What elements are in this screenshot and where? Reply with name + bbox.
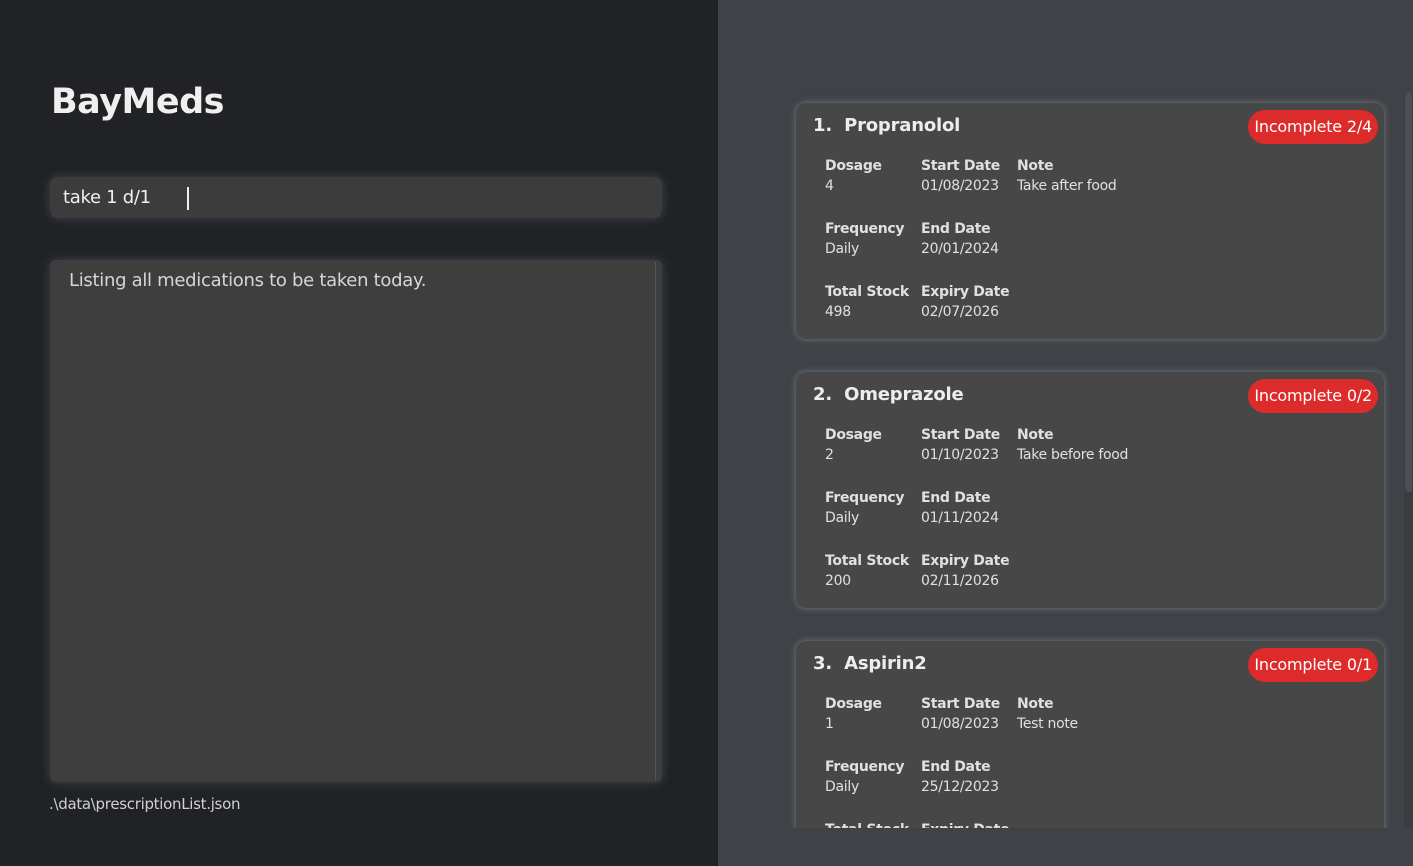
note-field: Note Test note (1017, 694, 1078, 734)
command-input[interactable] (50, 177, 662, 218)
note-field: Note Take after food (1017, 156, 1117, 196)
note-label: Note (1017, 696, 1054, 712)
dosage-value: 2 (825, 447, 834, 463)
note-value: Test note (1017, 716, 1078, 732)
text-caret (187, 187, 189, 210)
medication-card[interactable]: 2. Omeprazole Incomplete 0/2 Dosage 2 St… (796, 372, 1384, 608)
dosage-value: 1 (825, 716, 834, 732)
total-stock-value: 498 (825, 304, 851, 320)
end-date-field: End Date 20/01/2024 (921, 219, 999, 259)
start-date-label: Start Date (921, 158, 1000, 174)
frequency-value: Daily (825, 510, 859, 526)
total-stock-value: 200 (825, 573, 851, 589)
list-scrollbar-thumb[interactable] (1405, 92, 1412, 492)
command-box[interactable] (50, 177, 662, 218)
frequency-value: Daily (825, 779, 859, 795)
app-title: BayMeds (51, 82, 225, 122)
start-date-field: Start Date 01/10/2023 (921, 425, 1000, 465)
end-date-label: End Date (921, 221, 991, 237)
frequency-label: Frequency (825, 759, 905, 775)
dosage-field: Dosage 2 (825, 425, 882, 465)
note-value: Take after food (1017, 178, 1117, 194)
window-menu-remnant (55, 0, 135, 2)
frequency-field: Frequency Daily (825, 757, 905, 797)
medication-card[interactable]: 3. Aspirin2 Incomplete 0/1 Dosage 1 Star… (796, 641, 1384, 828)
note-label: Note (1017, 158, 1054, 174)
total-stock-field: Total Stock 200 (825, 551, 909, 591)
total-stock-label: Total Stock (825, 820, 909, 828)
expiry-date-value: 02/11/2026 (921, 573, 999, 589)
status-badge: Incomplete 2/4 (1248, 110, 1378, 144)
note-label: Note (1017, 427, 1054, 443)
status-badge: Incomplete 0/1 (1248, 648, 1378, 682)
dosage-label: Dosage (825, 696, 882, 712)
result-message: Listing all medications to be taken toda… (69, 270, 427, 291)
medication-title: 3. Aspirin2 (813, 653, 927, 674)
dosage-field: Dosage 1 (825, 694, 882, 734)
total-stock-label: Total Stock (825, 553, 909, 569)
expiry-date-label: Expiry Date (921, 284, 1010, 300)
start-date-label: Start Date (921, 696, 1000, 712)
start-date-value: 01/08/2023 (921, 178, 999, 194)
frequency-field: Frequency Daily (825, 488, 905, 528)
start-date-field: Start Date 01/08/2023 (921, 156, 1000, 196)
medication-title: 1. Propranolol (813, 115, 961, 136)
total-stock-field: Total Stock (825, 820, 909, 828)
expiry-date-label: Expiry Date (921, 820, 1010, 828)
result-scrollbar[interactable] (655, 262, 656, 780)
status-bar-file-path: .\data\prescriptionList.json (49, 795, 241, 813)
start-date-label: Start Date (921, 427, 1000, 443)
list-footer (718, 828, 1413, 866)
end-date-value: 25/12/2023 (921, 779, 999, 795)
note-value: Take before food (1017, 447, 1129, 463)
total-stock-label: Total Stock (825, 284, 909, 300)
note-field: Note Take before food (1017, 425, 1128, 465)
dosage-value: 4 (825, 178, 834, 194)
medication-card[interactable]: 1. Propranolol Incomplete 2/4 Dosage 4 S… (796, 103, 1384, 339)
dosage-label: Dosage (825, 427, 882, 443)
medication-list-panel: 1. Propranolol Incomplete 2/4 Dosage 4 S… (718, 0, 1413, 866)
end-date-value: 20/01/2024 (921, 241, 999, 257)
expiry-date-field: Expiry Date 02/11/2026 (921, 551, 1010, 591)
frequency-value: Daily (825, 241, 859, 257)
expiry-date-field: Expiry Date (921, 820, 1010, 828)
frequency-label: Frequency (825, 221, 905, 237)
expiry-date-field: Expiry Date 02/07/2026 (921, 282, 1010, 322)
medication-list[interactable]: 1. Propranolol Incomplete 2/4 Dosage 4 S… (718, 0, 1413, 828)
start-date-value: 01/10/2023 (921, 447, 999, 463)
expiry-date-label: Expiry Date (921, 553, 1010, 569)
dosage-field: Dosage 4 (825, 156, 882, 196)
status-badge: Incomplete 0/2 (1248, 379, 1378, 413)
command-panel: BayMeds Listing all medications to be ta… (0, 0, 718, 866)
start-date-field: Start Date 01/08/2023 (921, 694, 1000, 734)
medication-title: 2. Omeprazole (813, 384, 964, 405)
end-date-value: 01/11/2024 (921, 510, 999, 526)
result-display[interactable]: Listing all medications to be taken toda… (50, 260, 662, 782)
dosage-label: Dosage (825, 158, 882, 174)
frequency-field: Frequency Daily (825, 219, 905, 259)
total-stock-field: Total Stock 498 (825, 282, 909, 322)
frequency-label: Frequency (825, 490, 905, 506)
expiry-date-value: 02/07/2026 (921, 304, 999, 320)
end-date-label: End Date (921, 490, 991, 506)
end-date-label: End Date (921, 759, 991, 775)
end-date-field: End Date 25/12/2023 (921, 757, 999, 797)
start-date-value: 01/08/2023 (921, 716, 999, 732)
end-date-field: End Date 01/11/2024 (921, 488, 999, 528)
